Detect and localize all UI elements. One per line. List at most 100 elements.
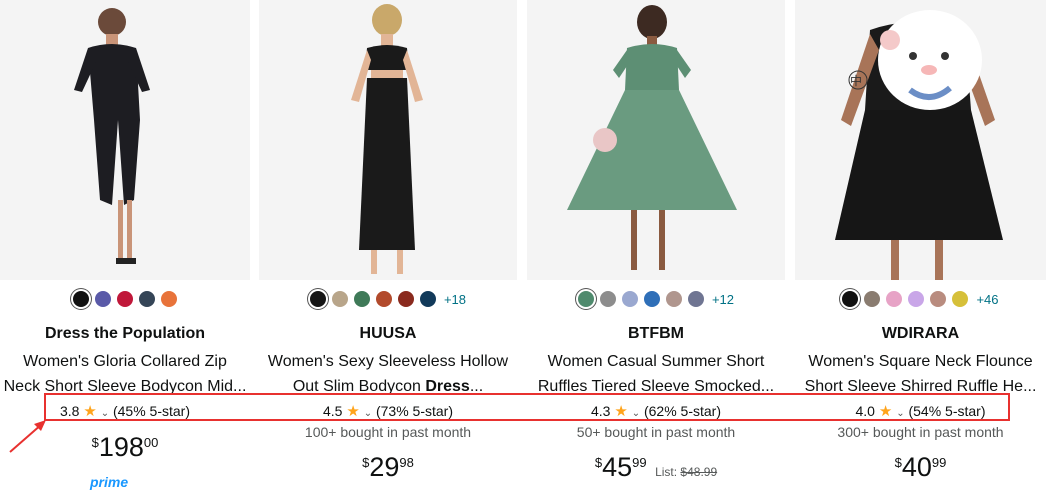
color-swatch[interactable] (139, 291, 155, 307)
product-title-link[interactable]: Women's Square Neck Flounce Short Sleeve… (795, 349, 1046, 399)
title-highlight: Dress (425, 378, 470, 395)
color-swatch[interactable] (161, 291, 177, 307)
title-line: Women's Gloria Collared Zip (23, 353, 227, 370)
title-line: Women's Sexy Sleeveless Hollow (267, 353, 509, 370)
five-star-percent: (73% 5-star) (375, 403, 453, 419)
bought-count: 50+ bought in past month (576, 424, 736, 440)
rating-value: 4.0 (855, 403, 875, 419)
more-colors-link[interactable]: +46 (976, 292, 998, 307)
price-whole: 45 (602, 452, 633, 482)
color-swatch[interactable] (73, 291, 89, 307)
dress-photo-green-floral (527, 0, 785, 280)
five-star-percent: (54% 5-star) (908, 403, 986, 419)
color-swatch[interactable] (643, 291, 660, 307)
rating-value: 3.8 (59, 403, 80, 419)
color-swatch[interactable] (687, 291, 704, 307)
prime-badge: prime (90, 474, 129, 490)
color-swatch[interactable] (599, 291, 616, 307)
more-colors-link[interactable]: +12 (712, 292, 734, 307)
color-swatch[interactable] (419, 291, 436, 307)
product-card[interactable]: +18 HUUSA Women's Sexy Sleeveless Hollow… (259, 0, 517, 483)
price-fraction: 99 (632, 455, 647, 470)
color-swatch[interactable] (353, 291, 370, 307)
price-whole: 29 (369, 452, 400, 482)
color-swatch[interactable] (886, 291, 903, 307)
title-line: Short Sleeve Shirred Ruffle He... (804, 378, 1037, 395)
bought-count: 300+ bought in past month (837, 424, 1004, 440)
color-swatch[interactable] (117, 291, 133, 307)
color-swatch[interactable] (397, 291, 414, 307)
dress-photo-black-bodycon (0, 0, 250, 280)
product-image[interactable] (527, 0, 785, 280)
annotation-arrow-icon (9, 420, 46, 453)
rating-value: 4.5 (322, 403, 343, 419)
rating-row[interactable]: 4.0 ★ ⌄ (54% 5-star) (795, 402, 1046, 420)
brand-name: HUUSA (359, 325, 417, 342)
price[interactable]: $2998 (259, 452, 517, 483)
product-image[interactable] (0, 0, 250, 280)
price-whole: 198 (98, 432, 144, 462)
rating-row[interactable]: 4.3 ★ ⌄ (62% 5-star) (527, 402, 785, 420)
title-text: ... (469, 378, 484, 395)
color-swatch[interactable] (95, 291, 111, 307)
color-swatch[interactable] (309, 291, 326, 307)
five-star-percent: (62% 5-star) (643, 403, 721, 419)
title-line: Women Casual Summer Short (547, 353, 765, 370)
color-swatch[interactable] (621, 291, 638, 307)
brand-name: Dress the Population (44, 325, 206, 342)
product-card[interactable]: +12 BTFBM Women Casual Summer Short Ruff… (527, 0, 785, 483)
product-card[interactable]: 中 +46 WDIRARA Women's Square Neck Flounc… (795, 0, 1046, 483)
title-text: Out Slim Bodycon (292, 378, 426, 395)
product-card[interactable]: Dress the Population Women's Gloria Coll… (0, 0, 250, 490)
price-fraction: 00 (143, 435, 159, 450)
star-icon: ★ (878, 403, 893, 420)
star-icon: ★ (346, 403, 360, 420)
product-title-link[interactable]: Women's Sexy Sleeveless Hollow Out Slim … (259, 349, 517, 399)
chevron-down-icon[interactable]: ⌄ (896, 408, 904, 419)
product-image[interactable]: 中 (795, 0, 1046, 280)
search-results-grid: Dress the Population Women's Gloria Coll… (0, 0, 1046, 490)
sticker-overlay (878, 10, 982, 110)
product-title-link[interactable]: Women's Gloria Collared Zip Neck Short S… (0, 349, 250, 399)
title-line: Ruffles Tiered Sleeve Smocked... (537, 378, 775, 395)
dress-photo-black-cutout (259, 0, 517, 280)
color-swatch[interactable] (952, 291, 969, 307)
product-image[interactable] (259, 0, 517, 280)
kanji-overlay-text: 中 (850, 74, 863, 88)
title-line: Out Slim Bodycon Dress... (259, 374, 517, 399)
color-swatches: +18 (259, 291, 517, 307)
price[interactable]: $4599 List: $48.99 (527, 452, 785, 483)
title-line: Women's Square Neck Flounce (808, 353, 1033, 370)
product-title-link[interactable]: Women Casual Summer Short Ruffles Tiered… (527, 349, 785, 399)
color-swatch[interactable] (842, 291, 859, 307)
color-swatch[interactable] (665, 291, 682, 307)
chevron-down-icon[interactable]: ⌄ (364, 408, 372, 419)
color-swatch[interactable] (331, 291, 348, 307)
rating-value: 4.3 (590, 403, 611, 419)
more-colors-link[interactable]: +18 (444, 292, 466, 307)
color-swatch[interactable] (577, 291, 594, 307)
dress-photo-black-flounce (795, 0, 1046, 280)
price-fraction: 99 (931, 455, 947, 470)
star-icon: ★ (83, 403, 97, 420)
color-swatch[interactable] (864, 291, 881, 307)
chevron-down-icon[interactable]: ⌄ (101, 408, 109, 419)
color-swatches: +46 (795, 291, 1046, 307)
price[interactable]: $4099 (795, 452, 1046, 483)
star-icon: ★ (614, 403, 628, 420)
list-price: List: $48.99 (655, 465, 718, 479)
brand-name: BTFBM (628, 325, 684, 342)
brand-name: WDIRARA (881, 325, 960, 342)
title-line: Neck Short Sleeve Bodycon Mid... (3, 378, 247, 395)
five-star-percent: (45% 5-star) (112, 403, 190, 419)
rating-row[interactable]: 4.5 ★ ⌄ (73% 5-star) (259, 402, 517, 420)
color-swatch[interactable] (908, 291, 925, 307)
chevron-down-icon[interactable]: ⌄ (632, 408, 640, 419)
price-whole: 40 (901, 452, 932, 482)
color-swatches (0, 291, 250, 307)
price-fraction: 98 (399, 455, 414, 470)
color-swatch[interactable] (375, 291, 392, 307)
color-swatches: +12 (527, 291, 785, 307)
bought-count: 100+ bought in past month (304, 424, 472, 440)
color-swatch[interactable] (930, 291, 947, 307)
